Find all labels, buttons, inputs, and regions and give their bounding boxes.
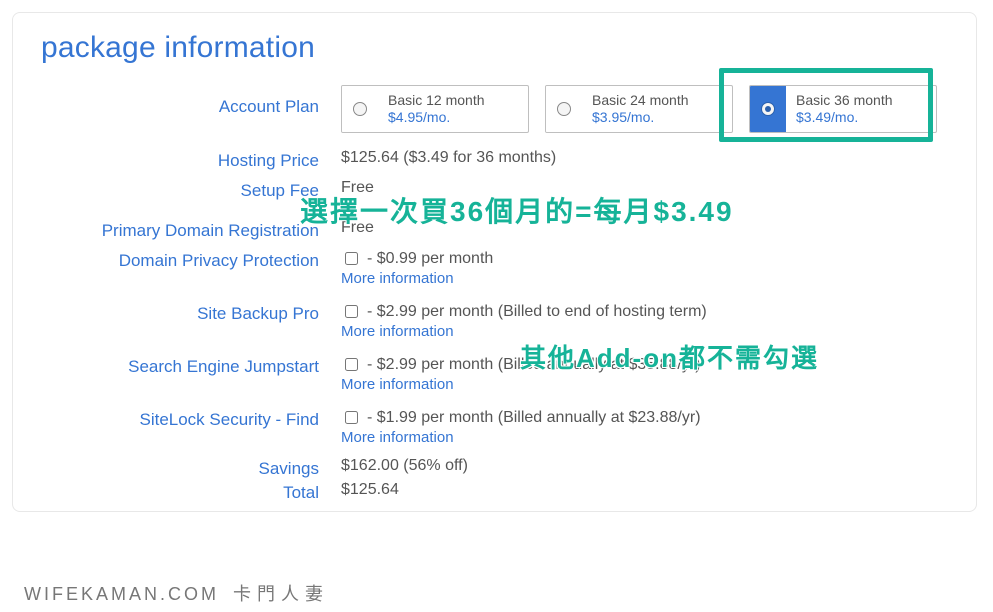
plan-name: Basic 36 month: [796, 92, 926, 109]
addon-desc: - $0.99 per month: [367, 250, 493, 268]
radio-icon: [557, 102, 571, 116]
value-domain-privacy: - $0.99 per month More information: [341, 249, 948, 288]
plan-text: Basic 24 month $3.95/mo.: [582, 86, 732, 132]
plan-option-36m[interactable]: Basic 36 month $3.49/mo.: [749, 85, 937, 133]
watermark-zh: 卡門人妻: [233, 584, 329, 604]
label-savings: Savings: [41, 457, 341, 479]
row-hosting-price: Hosting Price $125.64 ($3.49 for 36 mont…: [41, 149, 948, 171]
row-domain-privacy: Domain Privacy Protection - $0.99 per mo…: [41, 249, 948, 288]
plan-options: Basic 12 month $4.95/mo. Basic 24 month …: [341, 85, 948, 133]
label-domain-privacy: Domain Privacy Protection: [41, 249, 341, 271]
plan-price: $3.95/mo.: [592, 109, 722, 126]
row-primary-domain-reg: Primary Domain Registration Free: [41, 219, 948, 241]
label-total: Total: [41, 481, 341, 503]
value-primary-domain-reg: Free: [341, 219, 948, 237]
plan-radio-wrap: [546, 86, 582, 132]
value-total: $125.64: [341, 481, 948, 499]
checkbox-sitelock[interactable]: [345, 411, 358, 424]
value-account-plan: Basic 12 month $4.95/mo. Basic 24 month …: [341, 85, 948, 133]
value-hosting-price: $125.64 ($3.49 for 36 months): [341, 149, 948, 167]
label-search-engine-jumpstart: Search Engine Jumpstart: [41, 355, 341, 377]
plan-name: Basic 24 month: [592, 92, 722, 109]
plan-text: Basic 36 month $3.49/mo.: [786, 86, 936, 132]
plan-price: $4.95/mo.: [388, 109, 518, 126]
package-info-card: package information Account Plan Basic 1…: [12, 12, 977, 512]
plan-text: Basic 12 month $4.95/mo.: [378, 86, 528, 132]
value-savings: $162.00 (56% off): [341, 457, 948, 475]
watermark-en: WIFEKAMAN.COM: [24, 584, 219, 604]
plan-price: $3.49/mo.: [796, 109, 926, 126]
addon-desc: - $1.99 per month (Billed annually at $2…: [367, 409, 701, 427]
value-search-engine-jumpstart: - $2.99 per month (Billed annually at $3…: [341, 355, 948, 394]
plan-name: Basic 12 month: [388, 92, 518, 109]
label-hosting-price: Hosting Price: [41, 149, 341, 171]
row-setup-fee: Setup Fee Free: [41, 179, 948, 201]
checkbox-search-engine-jumpstart[interactable]: [345, 358, 358, 371]
checkbox-site-backup[interactable]: [345, 305, 358, 318]
addon-line: - $2.99 per month (Billed to end of host…: [341, 302, 948, 321]
row-search-engine-jumpstart: Search Engine Jumpstart - $2.99 per mont…: [41, 355, 948, 394]
plan-radio-wrap: [750, 86, 786, 132]
addon-line: - $0.99 per month: [341, 249, 948, 268]
more-info-link[interactable]: More information: [341, 376, 454, 393]
row-sitelock: SiteLock Security - Find - $1.99 per mon…: [41, 408, 948, 447]
addon-line: - $2.99 per month (Billed annually at $3…: [341, 355, 948, 374]
radio-icon: [761, 102, 775, 116]
value-sitelock: - $1.99 per month (Billed annually at $2…: [341, 408, 948, 447]
label-primary-domain-reg: Primary Domain Registration: [41, 219, 341, 241]
more-info-link[interactable]: More information: [341, 429, 454, 446]
addon-desc: - $2.99 per month (Billed to end of host…: [367, 303, 707, 321]
row-site-backup: Site Backup Pro - $2.99 per month (Bille…: [41, 302, 948, 341]
addon-desc: - $2.99 per month (Billed annually at $3…: [367, 356, 701, 374]
watermark: WIFEKAMAN.COM 卡門人妻: [24, 580, 329, 606]
value-setup-fee: Free: [341, 179, 948, 197]
plan-radio-wrap: [342, 86, 378, 132]
page: package information Account Plan Basic 1…: [0, 0, 993, 612]
label-site-backup: Site Backup Pro: [41, 302, 341, 324]
label-sitelock: SiteLock Security - Find: [41, 408, 341, 430]
more-info-link[interactable]: More information: [341, 323, 454, 340]
plan-option-12m[interactable]: Basic 12 month $4.95/mo.: [341, 85, 529, 133]
row-account-plan: Account Plan Basic 12 month $4.95/mo. Ba…: [41, 85, 948, 133]
value-site-backup: - $2.99 per month (Billed to end of host…: [341, 302, 948, 341]
radio-icon: [353, 102, 367, 116]
checkbox-domain-privacy[interactable]: [345, 252, 358, 265]
label-setup-fee: Setup Fee: [41, 179, 341, 201]
label-account-plan: Account Plan: [41, 85, 341, 117]
row-total: Total $125.64: [41, 481, 948, 503]
addon-line: - $1.99 per month (Billed annually at $2…: [341, 408, 948, 427]
row-savings: Savings $162.00 (56% off): [41, 457, 948, 479]
plan-option-24m[interactable]: Basic 24 month $3.95/mo.: [545, 85, 733, 133]
more-info-link[interactable]: More information: [341, 270, 454, 287]
section-title: package information: [41, 31, 948, 65]
